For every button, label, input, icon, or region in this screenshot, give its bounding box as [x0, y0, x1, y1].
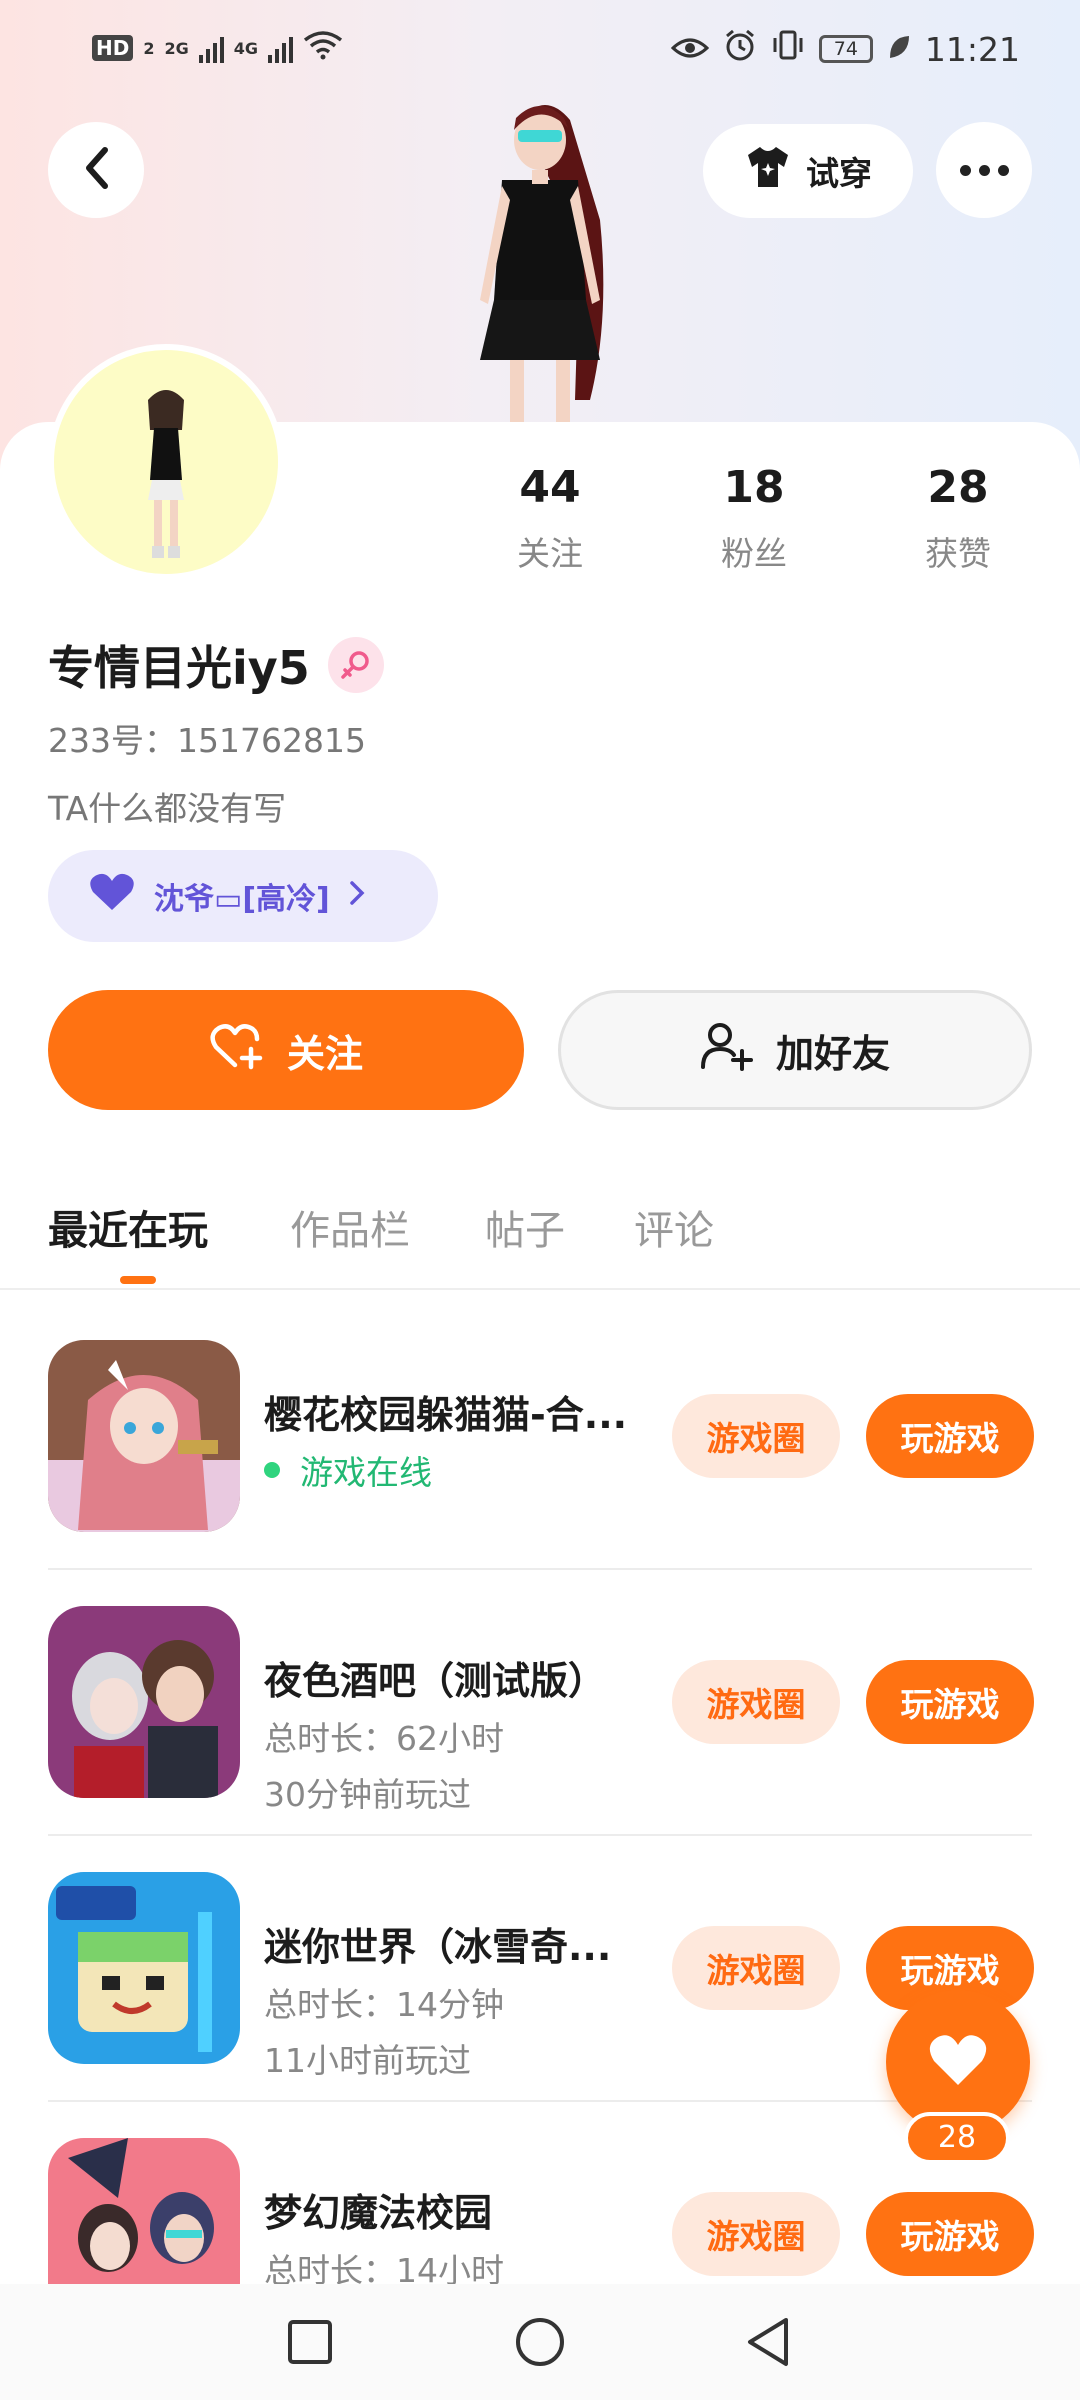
user-id: 233号：151762815 — [48, 721, 366, 760]
game-circle-button[interactable]: 游戏圈 — [672, 1926, 840, 2010]
female-gender-icon — [327, 637, 384, 693]
online-label: 游戏在线 — [300, 1453, 432, 1492]
system-indicators: 74 11:21 — [670, 28, 1020, 70]
game-circle-button[interactable]: 游戏圈 — [672, 2192, 840, 2276]
hd-badge: HD — [92, 35, 134, 61]
more-dot — [997, 164, 1009, 176]
signal-icon — [198, 33, 224, 63]
back-button[interactable] — [48, 122, 144, 218]
network-2g-label: 2G — [164, 38, 189, 58]
likes-label: 获赞 — [925, 534, 991, 573]
user-bio: TA什么都没有写 — [48, 789, 287, 828]
follow-label: 关注 — [286, 1031, 363, 1076]
likes-count: 28 — [927, 462, 989, 513]
chevron-left-icon — [81, 146, 111, 194]
triangle-back-icon — [744, 2316, 792, 2372]
square-icon — [287, 2319, 333, 2369]
network-4g-label: 4G — [233, 38, 259, 58]
total-playtime: 总时长：62小时 — [264, 1719, 504, 1758]
game-circle-button[interactable]: 游戏圈 — [672, 1660, 840, 1744]
game-title: 夜色酒吧（测试版） — [264, 1659, 607, 1703]
divider — [48, 1834, 1032, 1836]
sim-slot: 2 — [143, 38, 155, 58]
eye-icon — [670, 30, 710, 69]
mini-world-icon — [48, 1872, 240, 2064]
tshirt-icon — [744, 145, 792, 197]
add-friend-label: 加好友 — [775, 1031, 890, 1076]
more-dot — [978, 164, 990, 176]
vibrate-icon — [771, 28, 805, 70]
heart-icon — [928, 2033, 988, 2091]
heart-icon — [88, 872, 136, 920]
follow-button[interactable]: 关注 — [48, 990, 524, 1110]
play-game-button[interactable]: 玩游戏 — [866, 1394, 1034, 1478]
avatar[interactable] — [48, 344, 284, 580]
more-dots-icon — [959, 164, 971, 176]
game-circle-button[interactable]: 游戏圈 — [672, 1394, 840, 1478]
clock-time: 11:21 — [924, 29, 1020, 69]
stat-following[interactable]: 44 关注 — [470, 462, 630, 575]
following-count: 44 — [519, 462, 581, 513]
more-options-button[interactable] — [936, 122, 1032, 218]
like-count-badge: 28 — [904, 2112, 1010, 2164]
fans-count: 18 — [723, 462, 785, 513]
wifi-icon — [303, 30, 343, 66]
profile-tabs: 最近在玩 作品栏 帖子 评论 — [0, 1190, 1080, 1290]
play-game-button[interactable]: 玩游戏 — [866, 2192, 1034, 2276]
list-item[interactable]: 夜色酒吧（测试版） 总时长：62小时 30分钟前玩过 游戏圈 玩游戏 — [48, 1606, 1080, 1872]
leaf-icon — [887, 30, 911, 69]
alarm-icon — [723, 28, 757, 70]
game-title: 迷你世界（冰雪奇... — [264, 1925, 612, 1969]
user-add-icon — [700, 1021, 754, 1080]
divider — [48, 2100, 1032, 2102]
profile-stats: 44 关注 18 粉丝 28 获赞 — [470, 462, 1070, 582]
tab-posts[interactable]: 帖子 — [485, 1198, 565, 1256]
tab-works[interactable]: 作品栏 — [290, 1198, 410, 1256]
recent-apps-button[interactable] — [280, 2314, 340, 2374]
tab-recently-played[interactable]: 最近在玩 — [48, 1198, 208, 1256]
active-tab-indicator — [120, 1276, 156, 1284]
username-row: 专情目光iy5 — [48, 632, 384, 698]
add-friend-button[interactable]: 加好友 — [558, 990, 1032, 1110]
heart-add-icon — [209, 1021, 265, 1080]
chevron-right-icon — [348, 879, 366, 914]
system-navigation-bar — [0, 2284, 1080, 2400]
try-on-button[interactable]: 试穿 — [703, 124, 913, 218]
username: 专情目光iy5 — [48, 641, 310, 695]
try-on-label: 试穿 — [806, 154, 872, 193]
game-title: 樱花校园躲猫猫-合... — [264, 1393, 628, 1437]
battery-icon: 74 — [818, 35, 873, 63]
online-dot-icon — [264, 1462, 280, 1478]
back-nav-button[interactable] — [738, 2314, 798, 2374]
divider — [48, 1568, 1032, 1570]
signal-icon-2 — [268, 33, 294, 63]
circle-icon — [514, 2316, 566, 2372]
last-played: 11小时前玩过 — [264, 2041, 471, 2080]
network-indicators: HD 2 2G 4G — [92, 30, 343, 66]
status-bar: HD 2 2G 4G 74 11:21 — [0, 0, 1080, 104]
game-title: 梦幻魔法校园 — [264, 2191, 493, 2235]
stat-fans[interactable]: 18 粉丝 — [674, 462, 834, 575]
fans-label: 粉丝 — [721, 534, 787, 573]
online-status: 游戏在线 — [264, 1446, 432, 1494]
stat-likes[interactable]: 28 获赞 — [878, 462, 1038, 575]
last-played: 30分钟前玩过 — [264, 1775, 471, 1814]
relationship-label: 沈爷▭[高冷] — [154, 882, 330, 917]
tab-comments[interactable]: 评论 — [634, 1198, 714, 1256]
relationship-badge[interactable]: 沈爷▭[高冷] — [48, 850, 438, 942]
avatar-character-3d — [440, 100, 650, 430]
bar-couple-icon — [48, 1606, 240, 1798]
total-playtime: 总时长：14分钟 — [264, 1985, 504, 2024]
anime-girl-gun-icon — [48, 1340, 240, 1532]
play-game-button[interactable]: 玩游戏 — [866, 1660, 1034, 1744]
home-button[interactable] — [510, 2314, 570, 2374]
list-item[interactable]: 樱花校园躲猫猫-合... 游戏在线 游戏圈 玩游戏 — [48, 1340, 1080, 1606]
following-label: 关注 — [517, 534, 583, 573]
